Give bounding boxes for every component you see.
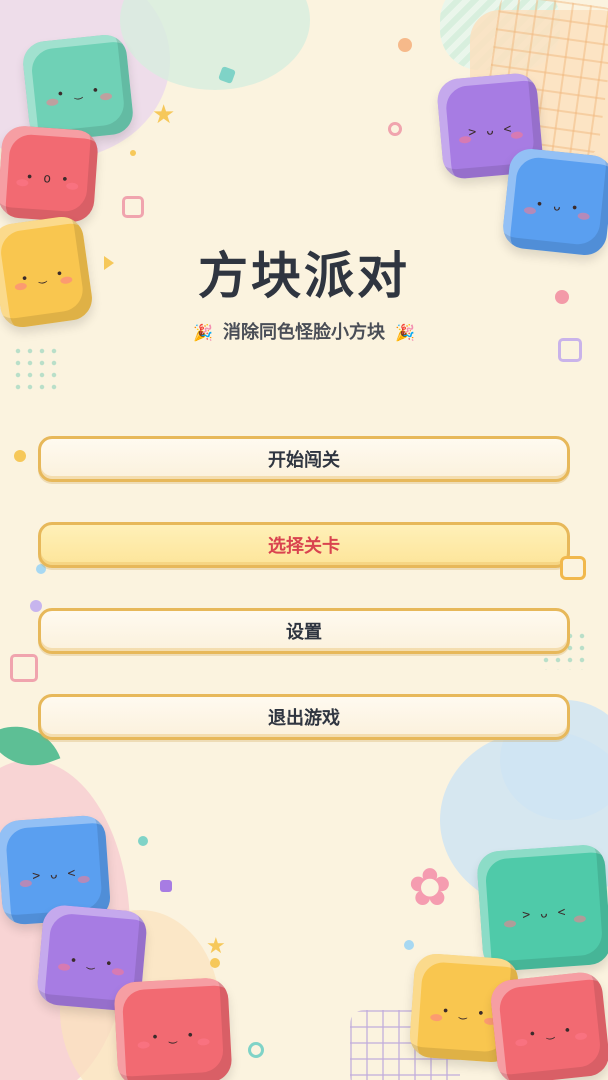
cube-face: > ᴗ <	[467, 121, 514, 141]
cheek	[574, 1032, 588, 1041]
start-level-button[interactable]: 开始闯关	[38, 436, 570, 482]
dot-decoration	[14, 450, 26, 462]
game-subtitle-row: 🎉 消除同色怪脸小方块 🎉	[0, 318, 608, 344]
dot-decoration	[398, 38, 412, 52]
square-ring-decoration	[10, 654, 38, 682]
settings-button[interactable]: 设置	[38, 608, 570, 654]
game-title: 方块派对	[198, 247, 410, 305]
cheek	[57, 963, 71, 972]
square-ring-decoration	[122, 196, 144, 218]
cube-face: • ᴗ •	[534, 197, 581, 217]
cube-face: > ᴗ <	[521, 904, 567, 924]
exit-game-button[interactable]: 退出游戏	[38, 694, 570, 740]
cube-face: • ‿ •	[150, 1028, 196, 1046]
dot-decoration	[30, 600, 42, 612]
cube-face: • ‿ •	[527, 1023, 574, 1043]
selection-corner-marker	[560, 556, 586, 580]
cheek	[16, 179, 29, 188]
cheek	[458, 135, 472, 144]
game-subtitle: 消除同色怪脸小方块	[223, 322, 385, 343]
star-icon: ★	[152, 100, 176, 130]
flower-icon: ✿	[408, 858, 452, 918]
dot-decoration	[130, 150, 136, 156]
cheek	[573, 914, 587, 923]
cube-teal: > ᴗ <	[475, 843, 608, 973]
cube-red: • ‿ •	[113, 977, 233, 1080]
cheek	[429, 1013, 443, 1022]
cheek	[523, 206, 536, 215]
cube-face: • ‿ •	[441, 1004, 487, 1023]
cheek	[111, 967, 125, 976]
cheek	[77, 875, 90, 884]
cheek	[197, 1038, 211, 1047]
cube-face: • ‿ •	[68, 953, 115, 973]
dot-decoration	[404, 940, 414, 950]
cheek	[137, 1041, 150, 1050]
cheek	[65, 182, 79, 191]
cheek	[510, 131, 524, 140]
party-popper-icon: 🎉	[395, 323, 415, 342]
cube-face: • o •	[25, 169, 71, 188]
cheek	[515, 1038, 528, 1047]
cheek	[20, 879, 33, 888]
cube-red: • ‿ •	[488, 970, 608, 1080]
ring-decoration	[248, 1042, 264, 1058]
cheek	[577, 212, 591, 221]
cube-face: > ᴗ <	[31, 866, 77, 885]
dot-decoration	[210, 958, 220, 968]
cheek	[45, 98, 59, 107]
dot-grid	[12, 345, 62, 395]
cheek	[503, 919, 517, 928]
cube-red: • o •	[0, 124, 100, 224]
ring-decoration	[388, 122, 402, 136]
dot-decoration	[160, 880, 172, 892]
dot-decoration	[138, 836, 148, 846]
star-icon: ★	[206, 934, 226, 959]
select-level-button[interactable]: 选择关卡	[38, 522, 570, 568]
cube-face: • ‿ •	[55, 83, 102, 103]
cheek	[100, 92, 113, 101]
party-popper-icon: 🎉	[193, 323, 213, 342]
main-menu-screen: ★ ★ ✿ • ‿ • • o • • ‿ • > ᴗ < • ᴗ • > ᴗ …	[0, 0, 608, 1080]
